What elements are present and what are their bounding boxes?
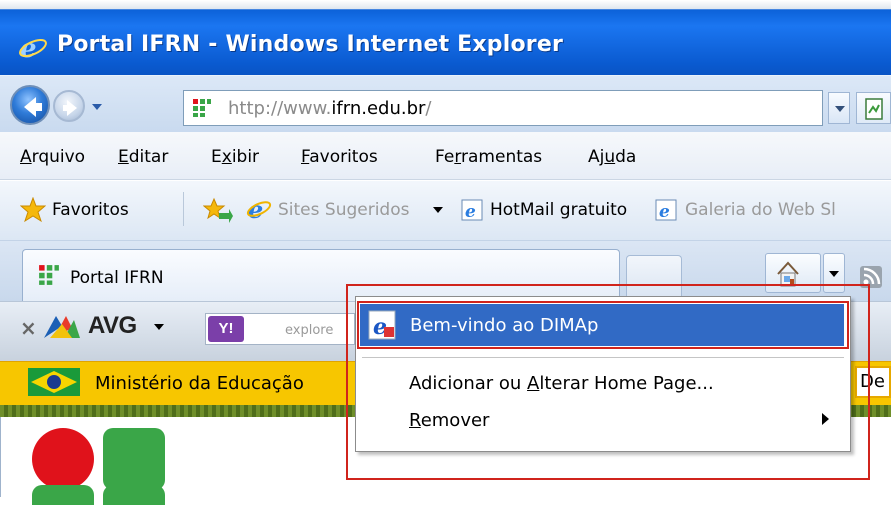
favorites-star-icon[interactable] <box>20 197 46 223</box>
avg-dropdown-icon[interactable] <box>153 322 165 332</box>
menu-exibir[interactable]: Exibir <box>211 147 259 167</box>
title-bar-top-edge <box>0 0 891 9</box>
tab-label: Portal IFRN <box>70 268 164 288</box>
favorites-button[interactable]: Favoritos <box>52 200 129 220</box>
svg-text:e: e <box>659 202 670 222</box>
svg-text:e: e <box>465 202 476 222</box>
menu-item-label: Bem-vindo ao DIMAp <box>410 315 599 336</box>
ie-sites-icon: e <box>246 195 272 223</box>
menu-ajuda[interactable]: Ajuda <box>588 147 636 167</box>
ifrn-logo-red-circle <box>32 428 94 490</box>
gallery-page-icon: e <box>655 199 677 222</box>
submenu-arrow-icon <box>822 413 829 425</box>
back-button[interactable] <box>10 85 50 125</box>
ministry-of-education-link[interactable]: Ministério da Educação <box>95 373 304 394</box>
menu-ferramentas[interactable]: Ferramentas <box>435 147 542 167</box>
menu-separator <box>362 357 844 358</box>
menu-editar[interactable]: Editar <box>118 147 168 167</box>
forward-button[interactable] <box>53 90 85 122</box>
close-toolbar-icon[interactable]: × <box>20 316 37 340</box>
history-dropdown-icon[interactable] <box>90 100 104 114</box>
chevron-down-icon <box>835 106 845 112</box>
ie-logo-icon: e <box>19 34 47 61</box>
favorites-separator <box>183 192 184 226</box>
suggested-sites-button[interactable]: Sites Sugeridos <box>278 200 409 220</box>
back-arrow-icon <box>24 97 42 117</box>
brazil-flag-icon <box>28 368 80 396</box>
ifrn-logo-green-block <box>103 428 165 490</box>
ifrn-tab-favicon-icon <box>39 265 59 285</box>
ifrn-favicon-icon <box>193 99 211 117</box>
web-slice-gallery-link[interactable]: Galeria do Web Sl <box>685 200 836 220</box>
address-dropdown-button[interactable] <box>828 92 850 124</box>
ifrn-logo-green-block <box>32 485 94 505</box>
yahoo-icon[interactable]: Y! <box>208 316 244 342</box>
page-left-border <box>0 417 1 497</box>
ifrn-logo-green-block <box>103 485 165 505</box>
hotmail-link[interactable]: HotMail gratuito <box>490 200 627 220</box>
hotmail-page-icon: e <box>461 199 483 222</box>
address-bar[interactable]: http://www.ifrn.edu.br/ <box>183 90 823 126</box>
menu-item-add-change-home-page[interactable]: Adicionar ou Alterar Home Page... <box>409 373 714 394</box>
suggested-sites-dropdown-icon[interactable] <box>432 205 444 215</box>
avg-menu-button[interactable]: AVG <box>88 312 137 340</box>
dimap-page-icon: e <box>368 310 396 340</box>
yahoo-search-input[interactable]: explore <box>285 323 333 338</box>
compatibility-page-icon <box>865 98 883 120</box>
add-to-favorites-icon[interactable] <box>203 197 233 225</box>
menu-favoritos[interactable]: Favoritos <box>301 147 378 167</box>
menu-item-remove[interactable]: Remover <box>409 410 489 431</box>
forward-arrow-icon <box>63 100 77 116</box>
avg-logo-icon <box>44 316 80 338</box>
menu-arquivo[interactable]: Arquivo <box>20 147 85 167</box>
window-title: Portal IFRN - Windows Internet Explorer <box>57 32 564 57</box>
compatibility-view-button[interactable] <box>856 92 891 124</box>
address-url[interactable]: http://www.ifrn.edu.br/ <box>228 98 431 119</box>
